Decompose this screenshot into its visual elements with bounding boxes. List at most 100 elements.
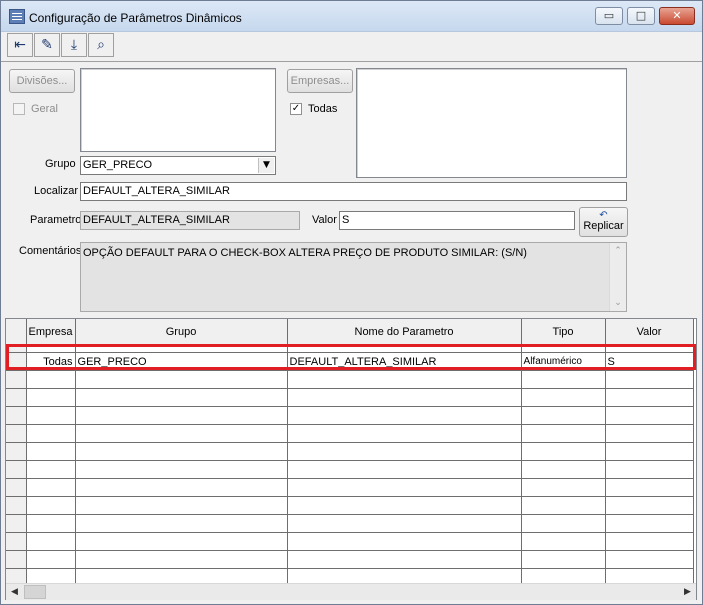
empty-cell[interactable] bbox=[26, 460, 76, 479]
row-indicator[interactable] bbox=[6, 514, 27, 533]
empty-cell[interactable] bbox=[521, 532, 606, 551]
empty-cell[interactable] bbox=[521, 406, 606, 425]
empty-cell[interactable] bbox=[26, 424, 76, 443]
empty-cell[interactable] bbox=[287, 370, 522, 389]
empty-cell[interactable] bbox=[75, 388, 288, 407]
empty-cell[interactable] bbox=[75, 370, 288, 389]
row-indicator[interactable] bbox=[6, 388, 27, 407]
scroll-left-icon[interactable]: ◀ bbox=[6, 584, 23, 600]
title-bar[interactable]: Configuração de Parâmetros Dinâmicos ▭ □… bbox=[1, 1, 702, 32]
cell-nome-parametro[interactable]: DEFAULT_ALTERA_SIMILAR bbox=[287, 352, 522, 371]
column-header-grupo[interactable]: Grupo bbox=[75, 319, 288, 345]
close-button[interactable]: ✕ bbox=[659, 7, 695, 25]
parameters-grid[interactable]: Empresa Grupo Nome do Parametro Tipo Val… bbox=[5, 318, 697, 600]
cell-empresa[interactable]: Todas bbox=[26, 352, 76, 371]
scrollbar-thumb[interactable] bbox=[24, 585, 46, 599]
empty-cell[interactable] bbox=[605, 424, 694, 443]
row-indicator[interactable] bbox=[6, 532, 27, 551]
empty-cell[interactable] bbox=[287, 460, 522, 479]
empty-table-row[interactable] bbox=[6, 514, 694, 533]
column-header-nome-parametro[interactable]: Nome do Parametro bbox=[287, 319, 522, 345]
empty-table-row[interactable] bbox=[6, 424, 694, 443]
todas-checkbox[interactable]: ✓ bbox=[290, 103, 302, 115]
empty-cell[interactable] bbox=[605, 460, 694, 479]
empty-cell[interactable] bbox=[287, 496, 522, 515]
row-indicator[interactable] bbox=[6, 478, 27, 497]
scroll-right-icon[interactable]: ▶ bbox=[679, 584, 696, 600]
empty-cell[interactable] bbox=[75, 514, 288, 533]
empty-table-row[interactable] bbox=[6, 478, 694, 497]
divisoes-list[interactable] bbox=[80, 68, 276, 152]
empty-cell[interactable] bbox=[605, 388, 694, 407]
empty-cell[interactable] bbox=[75, 496, 288, 515]
empty-cell[interactable] bbox=[287, 424, 522, 443]
empty-cell[interactable] bbox=[521, 424, 606, 443]
empty-cell[interactable] bbox=[521, 514, 606, 533]
empty-cell[interactable] bbox=[605, 478, 694, 497]
empty-cell[interactable] bbox=[75, 442, 288, 461]
row-indicator[interactable] bbox=[6, 352, 27, 371]
row-indicator[interactable] bbox=[6, 460, 27, 479]
row-indicator[interactable] bbox=[6, 370, 27, 389]
row-indicator[interactable] bbox=[6, 406, 27, 425]
comentarios-memo[interactable]: OPÇÃO DEFAULT PARA O CHECK-BOX ALTERA PR… bbox=[80, 242, 627, 312]
minimize-button[interactable]: ▭ bbox=[595, 7, 623, 25]
empty-cell[interactable] bbox=[287, 478, 522, 497]
column-header-empresa[interactable]: Empresa bbox=[26, 319, 76, 345]
empty-cell[interactable] bbox=[521, 442, 606, 461]
empty-table-row[interactable] bbox=[6, 370, 694, 389]
empty-cell[interactable] bbox=[26, 532, 76, 551]
empty-cell[interactable] bbox=[521, 496, 606, 515]
empty-cell[interactable] bbox=[26, 442, 76, 461]
empty-cell[interactable] bbox=[75, 478, 288, 497]
scroll-down-icon[interactable]: ⌄ bbox=[610, 296, 626, 310]
empty-cell[interactable] bbox=[521, 388, 606, 407]
empty-cell[interactable] bbox=[26, 550, 76, 569]
row-indicator[interactable] bbox=[6, 550, 27, 569]
empresas-button[interactable]: Empresas... bbox=[287, 69, 353, 93]
empty-cell[interactable] bbox=[75, 550, 288, 569]
empty-cell[interactable] bbox=[75, 460, 288, 479]
geral-checkbox[interactable] bbox=[13, 103, 25, 115]
cell-tipo[interactable]: Alfanumérico bbox=[521, 352, 606, 371]
empty-cell[interactable] bbox=[605, 496, 694, 515]
row-indicator[interactable] bbox=[6, 424, 27, 443]
grupo-combo[interactable]: GER_PRECO ▼ bbox=[80, 156, 276, 175]
empty-cell[interactable] bbox=[26, 370, 76, 389]
column-header-tipo[interactable]: Tipo bbox=[521, 319, 606, 345]
empty-cell[interactable] bbox=[521, 478, 606, 497]
horizontal-scrollbar[interactable]: ◀ ▶ bbox=[6, 583, 696, 600]
exit-button[interactable]: ⇤ bbox=[7, 33, 33, 57]
empty-table-row[interactable] bbox=[6, 460, 694, 479]
empty-cell[interactable] bbox=[287, 442, 522, 461]
memo-scrollbar[interactable]: ⌃ ⌄ bbox=[609, 243, 626, 311]
replicar-button[interactable]: ↶ Replicar bbox=[579, 207, 628, 237]
cell-grupo[interactable]: GER_PRECO bbox=[75, 352, 288, 371]
cell-valor[interactable]: S bbox=[605, 352, 694, 371]
empty-cell[interactable] bbox=[521, 460, 606, 479]
empty-table-row[interactable] bbox=[6, 388, 694, 407]
scroll-up-icon[interactable]: ⌃ bbox=[610, 244, 626, 258]
row-indicator[interactable] bbox=[6, 496, 27, 515]
empty-cell[interactable] bbox=[287, 514, 522, 533]
search-button[interactable]: ⌕ bbox=[88, 33, 114, 57]
empty-cell[interactable] bbox=[605, 550, 694, 569]
empty-cell[interactable] bbox=[75, 532, 288, 551]
empty-table-row[interactable] bbox=[6, 550, 694, 569]
empty-table-row[interactable] bbox=[6, 496, 694, 515]
localizar-input[interactable]: DEFAULT_ALTERA_SIMILAR bbox=[80, 182, 627, 201]
empty-cell[interactable] bbox=[287, 406, 522, 425]
empresas-list[interactable] bbox=[356, 68, 627, 178]
valor-input[interactable]: S bbox=[339, 211, 575, 230]
empty-cell[interactable] bbox=[605, 514, 694, 533]
empty-cell[interactable] bbox=[26, 478, 76, 497]
empty-table-row[interactable] bbox=[6, 442, 694, 461]
empty-cell[interactable] bbox=[521, 370, 606, 389]
empty-cell[interactable] bbox=[605, 370, 694, 389]
empty-cell[interactable] bbox=[26, 496, 76, 515]
divisoes-button[interactable]: Divisões... bbox=[9, 69, 75, 93]
empty-cell[interactable] bbox=[287, 532, 522, 551]
row-indicator[interactable] bbox=[6, 442, 27, 461]
empty-cell[interactable] bbox=[605, 406, 694, 425]
empty-cell[interactable] bbox=[75, 406, 288, 425]
